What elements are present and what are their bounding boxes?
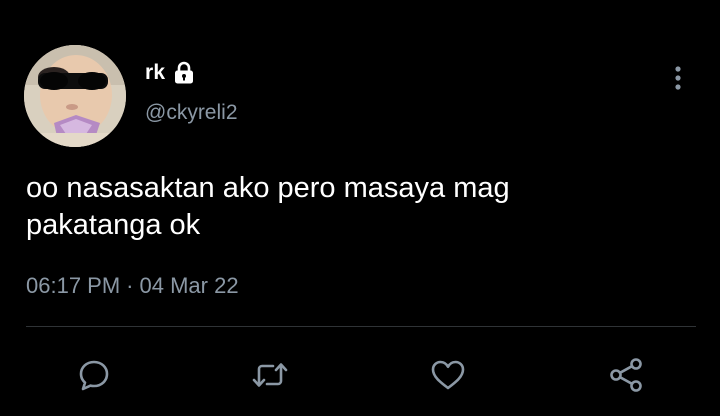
tweet-time: 06:17 PM [26,273,121,298]
user-name-row: rk [145,58,197,88]
divider [26,326,696,327]
reply-button[interactable] [74,355,114,395]
lock-icon [171,60,197,86]
tweet-date: 04 Mar 22 [139,273,239,298]
retweet-icon [250,357,290,393]
avatar-image [24,45,126,147]
share-button[interactable] [606,355,646,395]
share-icon [607,356,645,394]
like-button[interactable] [428,355,468,395]
retweet-button[interactable] [250,355,290,395]
timestamp[interactable]: 06:17 PM · 04 Mar 22 [26,273,239,299]
timestamp-separator: · [126,273,134,298]
user-handle[interactable]: @ckyreli2 [145,101,238,125]
tweet-text: oo nasasaktan ako pero masaya mag pakata… [26,172,510,241]
heart-icon [429,357,467,393]
display-name[interactable]: rk [145,61,165,85]
more-vertical-icon[interactable] [666,64,690,94]
avatar[interactable] [24,45,126,147]
tweet-card: rk @ckyreli2 oo nasasaktan ako pero masa… [0,0,720,416]
reply-icon [76,357,112,393]
